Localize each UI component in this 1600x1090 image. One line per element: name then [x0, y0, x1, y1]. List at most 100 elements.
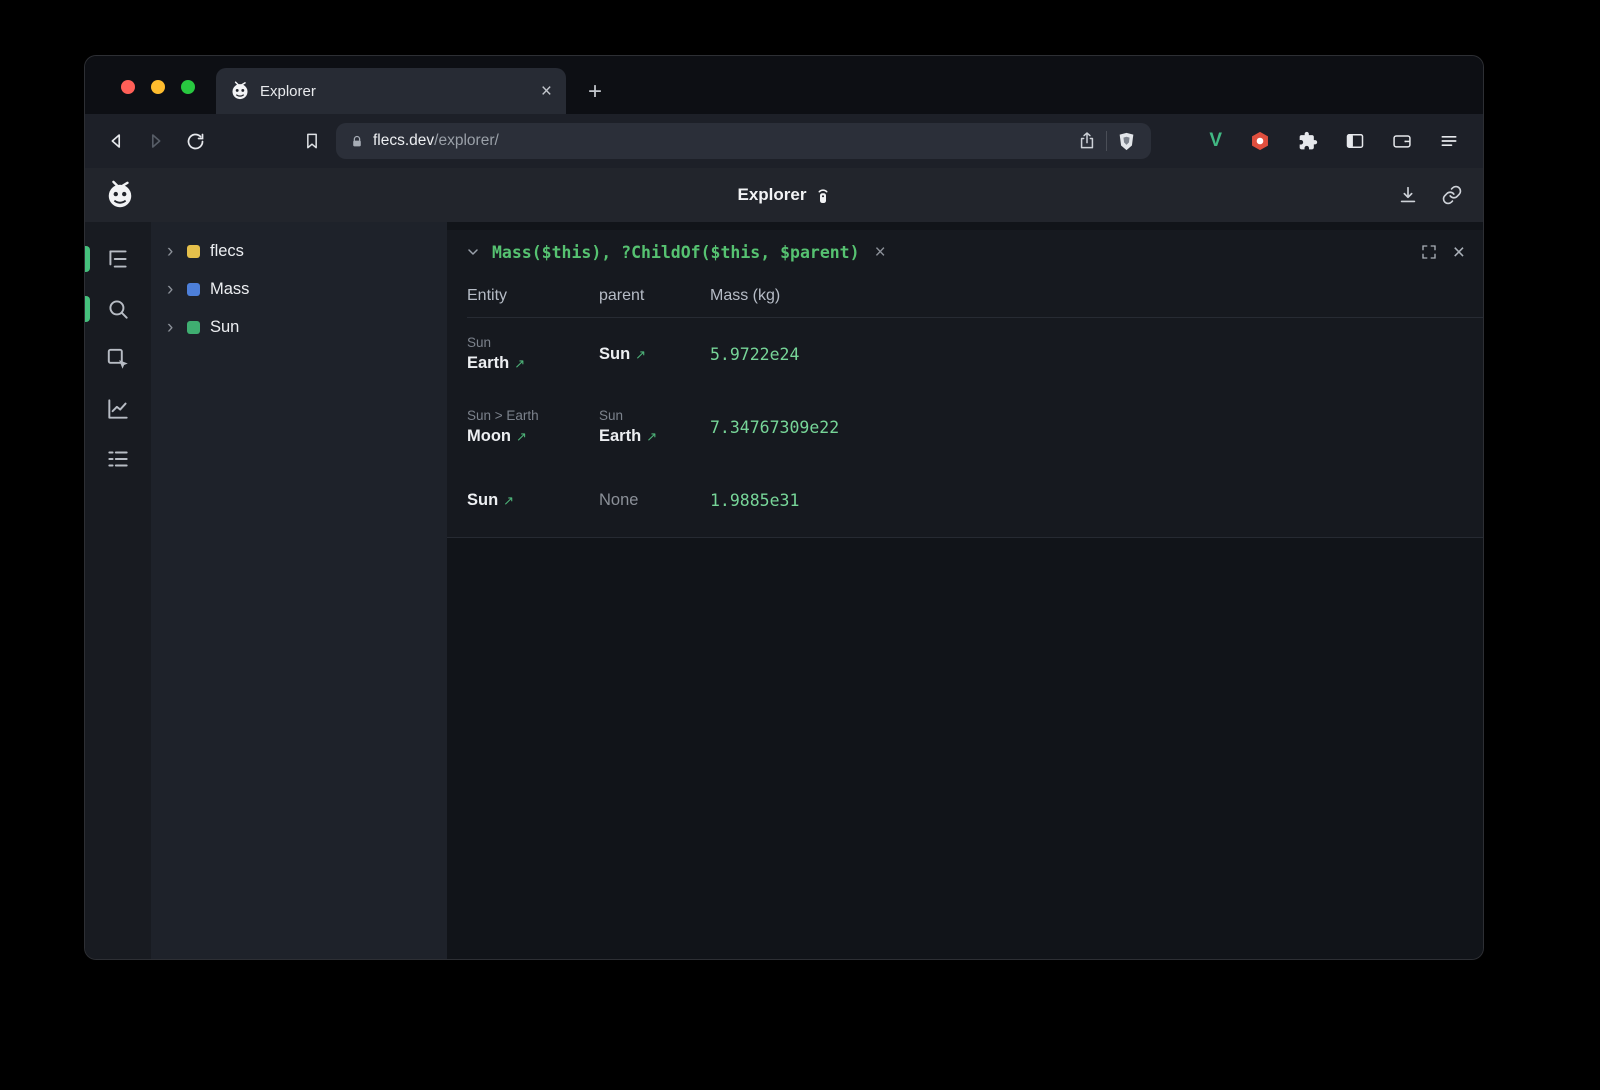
left-icon-strip	[85, 222, 151, 959]
entity-parent-path: Sun > Earth	[467, 407, 599, 425]
mass-value: 1.9885e31	[710, 491, 1483, 510]
tab-bar: Explorer × +	[85, 56, 1483, 114]
chevron-right-icon[interactable]: ›	[167, 280, 177, 299]
lock-icon	[350, 134, 364, 149]
entity-color-swatch	[187, 321, 200, 334]
address-bar[interactable]: flecs.dev/explorer/	[336, 123, 1151, 159]
chevron-right-icon[interactable]: ›	[167, 242, 177, 261]
tree-item-label: Sun	[210, 318, 239, 337]
entity-link[interactable]: Sun ↗	[467, 489, 599, 512]
results-table: Entity parent Mass (kg) Sun Earth ↗ Sun ↗	[447, 274, 1483, 537]
back-icon[interactable]	[105, 130, 127, 152]
browser-window: Explorer × + flecs.dev/explorer/	[84, 55, 1484, 960]
menu-hamburger-icon[interactable]	[1439, 131, 1459, 151]
explorer-header: Explorer	[85, 168, 1483, 222]
download-icon[interactable]	[1397, 184, 1419, 206]
parent-parent-path: Sun	[599, 407, 710, 425]
zoom-window-button[interactable]	[181, 80, 195, 94]
browser-tab-explorer[interactable]: Explorer ×	[216, 68, 566, 114]
entity-name: Sun	[467, 491, 498, 509]
parent-cell: Sun Earth ↗	[599, 407, 710, 448]
chevron-right-icon[interactable]: ›	[167, 318, 177, 337]
mass-value: 7.34767309e22	[710, 418, 1483, 437]
close-window-button[interactable]	[121, 80, 135, 94]
chevron-down-icon[interactable]	[465, 244, 481, 260]
reload-icon[interactable]	[185, 131, 206, 152]
bookmark-icon[interactable]	[302, 131, 322, 151]
query-expression[interactable]: Mass($this), ?ChildOf($this, $parent)	[492, 243, 860, 262]
query-header: Mass($this), ?ChildOf($this, $parent) × …	[447, 230, 1483, 274]
new-tab-button[interactable]: +	[588, 80, 602, 104]
entity-link[interactable]: Earth ↗	[467, 352, 599, 375]
entity-color-swatch	[187, 283, 200, 296]
parent-name: Earth	[599, 427, 641, 445]
table-row: Sun > Earth Moon ↗ Sun Earth ↗ 7.34767309e…	[467, 391, 1483, 464]
tree-item-sun[interactable]: › Sun	[151, 308, 447, 346]
tree-item-label: Mass	[210, 280, 249, 299]
extension-hexagon-icon[interactable]	[1249, 130, 1271, 152]
tab-title: Explorer	[260, 83, 531, 100]
minimize-window-button[interactable]	[151, 80, 165, 94]
entity-color-swatch	[187, 245, 200, 258]
column-header-mass: Mass (kg)	[710, 287, 1483, 305]
divider	[1106, 131, 1107, 151]
external-link-icon: ↗	[514, 356, 525, 371]
vue-devtools-icon[interactable]: V	[1209, 130, 1222, 152]
url-domain: flecs.dev	[373, 132, 434, 149]
entity-cell: Sun > Earth Moon ↗	[467, 407, 599, 448]
parent-name: Sun	[599, 345, 630, 363]
fullscreen-icon[interactable]	[1420, 243, 1438, 261]
entity-name: Earth	[467, 354, 509, 372]
brave-shields-icon[interactable]	[1116, 130, 1137, 153]
stats-chart-button[interactable]	[85, 384, 151, 434]
query-search-button[interactable]	[85, 284, 151, 334]
extensions-puzzle-icon[interactable]	[1298, 131, 1318, 151]
column-header-entity: Entity	[467, 287, 599, 305]
table-row: Sun ↗ None 1.9885e31	[467, 464, 1483, 537]
traffic-lights	[121, 80, 195, 94]
entity-cell: Sun Earth ↗	[467, 334, 599, 375]
entity-name: Moon	[467, 427, 511, 445]
column-header-parent: parent	[599, 287, 710, 305]
query-result-panel: Mass($this), ?ChildOf($this, $parent) × …	[447, 222, 1483, 959]
url-text: flecs.dev/explorer/	[373, 132, 499, 150]
clear-query-icon[interactable]: ×	[875, 243, 886, 262]
query-block: Mass($this), ?ChildOf($this, $parent) × …	[447, 230, 1483, 538]
tree-view-button[interactable]	[85, 234, 151, 284]
tables-button[interactable]	[85, 434, 151, 484]
flecs-logo-icon	[105, 180, 135, 210]
parent-cell: Sun↗	[599, 343, 710, 366]
external-link-icon: ↗	[646, 429, 657, 444]
mass-value: 5.9722e24	[710, 345, 1483, 364]
external-link-icon: ↗	[516, 429, 527, 444]
parent-cell: None	[599, 491, 710, 510]
flecs-explorer-page: Explorer	[85, 168, 1483, 959]
parent-link[interactable]: Sun↗	[599, 343, 710, 366]
close-panel-icon[interactable]: ×	[1453, 242, 1465, 263]
page-title-text: Explorer	[738, 185, 807, 205]
share-icon[interactable]	[1077, 131, 1097, 151]
page-title: Explorer	[738, 185, 831, 205]
entity-tree-panel: › flecs › Mass › Sun	[151, 222, 447, 959]
url-path: /explorer/	[434, 132, 499, 149]
inspect-button[interactable]	[85, 334, 151, 384]
entity-link[interactable]: Moon ↗	[467, 425, 599, 448]
table-header: Entity parent Mass (kg)	[467, 274, 1483, 318]
table-row: Sun Earth ↗ Sun↗ 5.9722e24	[467, 318, 1483, 391]
external-link-icon: ↗	[503, 493, 514, 508]
sidebar-toggle-icon[interactable]	[1345, 131, 1365, 151]
tree-item-label: flecs	[210, 242, 244, 261]
tab-close-icon[interactable]: ×	[541, 82, 552, 101]
remote-connection-icon	[815, 186, 830, 205]
browser-toolbar: flecs.dev/explorer/ V	[85, 114, 1483, 168]
parent-link[interactable]: Earth ↗	[599, 425, 710, 448]
tree-item-flecs[interactable]: › flecs	[151, 232, 447, 270]
flecs-favicon-icon	[230, 81, 250, 101]
forward-icon[interactable]	[145, 130, 167, 152]
wallet-icon[interactable]	[1392, 131, 1412, 151]
parent-none: None	[599, 491, 710, 510]
entity-cell: Sun ↗	[467, 489, 599, 512]
tree-item-mass[interactable]: › Mass	[151, 270, 447, 308]
share-link-icon[interactable]	[1441, 184, 1463, 206]
entity-parent-path: Sun	[467, 334, 599, 352]
